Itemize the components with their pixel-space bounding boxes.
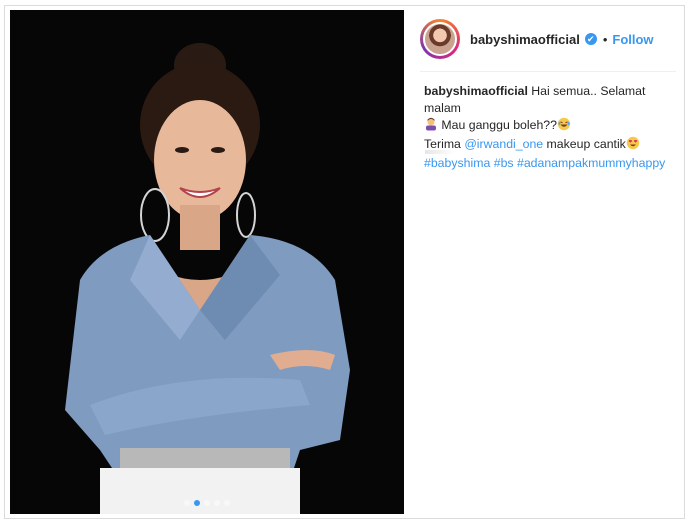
- carousel-dot[interactable]: [214, 500, 220, 506]
- heart-eyes-emoji-icon: [626, 136, 640, 155]
- mention-link[interactable]: @irwandi_one: [464, 137, 543, 151]
- follow-button[interactable]: Follow: [612, 32, 653, 47]
- caption-fade: [425, 150, 455, 154]
- caption-line-3-prefix: Terima: [424, 137, 465, 151]
- separator-bullet: •: [602, 31, 608, 47]
- hashtag-babyshima[interactable]: #babyshima: [424, 156, 490, 170]
- header-username[interactable]: babyshimaofficial: [470, 32, 580, 47]
- caption-line-3-suffix: makeup cantik: [543, 137, 626, 151]
- verified-badge-icon: ✔: [584, 33, 597, 45]
- laughing-emoji-icon: [557, 117, 571, 136]
- carousel-dot[interactable]: [204, 500, 210, 506]
- hashtag-adanampakmummyhappy[interactable]: #adanampakmummyhappy: [517, 156, 665, 170]
- caption-username[interactable]: babyshimaofficial: [424, 84, 528, 98]
- post-photo[interactable]: [10, 10, 404, 514]
- avatar-story-ring[interactable]: [420, 19, 460, 59]
- hashtag-bs[interactable]: #bs: [494, 156, 514, 170]
- woman-shrugging-emoji-icon: [424, 117, 438, 136]
- avatar[interactable]: [423, 22, 457, 56]
- caption-line-2: Mau ganggu boleh??: [438, 118, 557, 132]
- carousel-dot-active[interactable]: [194, 500, 200, 506]
- header-divider: [420, 71, 676, 72]
- carousel-dot[interactable]: [184, 500, 190, 506]
- post-header: babyshimaofficial ✔ • Follow: [420, 14, 678, 64]
- photo-illustration: [10, 10, 404, 514]
- post-caption: babyshimaofficial Hai semua.. Selamat ma…: [424, 83, 676, 172]
- carousel-dot[interactable]: [224, 500, 230, 506]
- carousel-indicator: [10, 500, 404, 506]
